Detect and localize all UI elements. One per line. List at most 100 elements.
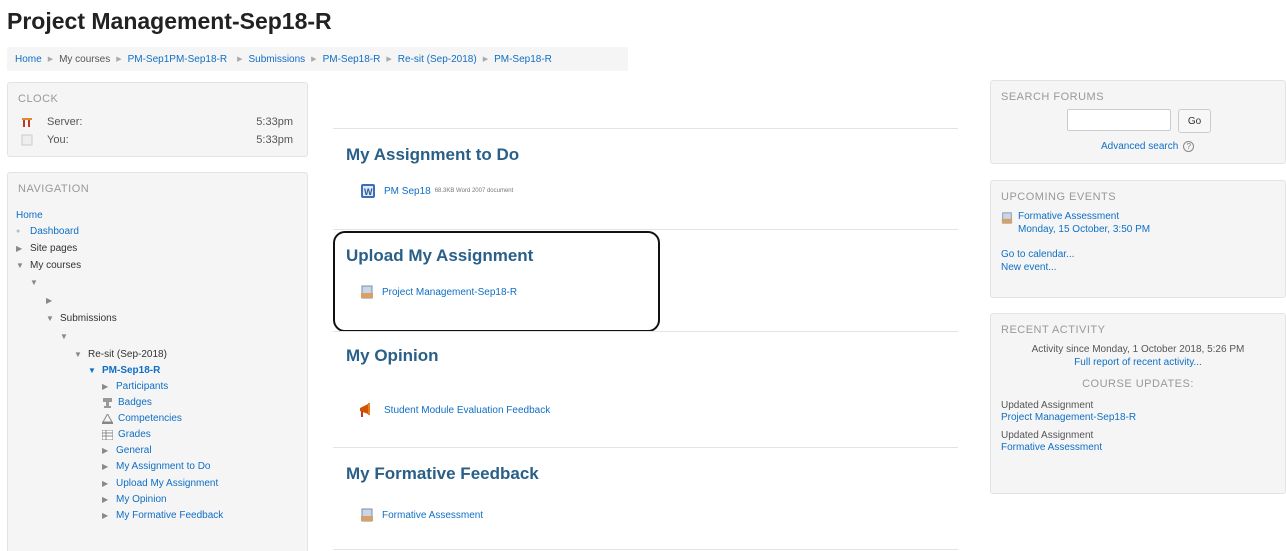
you-time: 5:33pm — [256, 134, 293, 146]
nav-section-upload-assignment-link[interactable]: Upload My Assignment — [116, 478, 218, 489]
grades-table-icon — [102, 429, 113, 440]
collapse-arrow-icon[interactable]: ▼ — [74, 350, 82, 359]
nav-my-courses-label[interactable]: My courses — [30, 260, 81, 271]
event-date: Monday, 15 October, 3:50 PM — [1018, 224, 1151, 235]
expand-arrow-icon[interactable]: ▶ — [102, 446, 109, 455]
clock-server-row: Server: 5:33pm — [18, 113, 297, 131]
advanced-search-link[interactable]: Advanced search — [1101, 141, 1178, 152]
nav-submissions-child-toggle[interactable]: ▼ — [60, 329, 74, 344]
nav-badges-link[interactable]: Badges — [118, 397, 152, 408]
event-name-link[interactable]: Formative Assessment — [1018, 211, 1119, 222]
help-icon[interactable]: ? — [1183, 141, 1195, 152]
collapse-arrow-icon[interactable]: ▼ — [16, 261, 24, 270]
nav-dashboard-link[interactable]: Dashboard — [30, 226, 79, 237]
collapse-arrow-icon[interactable]: ▼ — [46, 314, 54, 323]
go-to-calendar-link[interactable]: Go to calendar... — [1001, 249, 1074, 260]
breadcrumb-my-courses[interactable]: My courses — [59, 54, 110, 65]
nav-competencies-link[interactable]: Competencies — [118, 413, 182, 424]
search-forums-title: SEARCH FORUMS — [1001, 91, 1105, 103]
activity-module-evaluation[interactable]: Student Module Evaluation Feedback — [358, 402, 550, 418]
nav-section-assignment-to-do[interactable]: ▶ My Assignment to Do — [102, 459, 210, 474]
expand-arrow-icon[interactable]: ▶ — [46, 296, 53, 305]
breadcrumb-course-category[interactable]: PM-Sep1PM-Sep18-R — [128, 54, 227, 65]
activity-module-evaluation-link[interactable]: Student Module Evaluation Feedback — [384, 405, 550, 416]
nav-participants-link[interactable]: Participants — [116, 381, 168, 392]
breadcrumb-separator-icon: ▶ — [47, 56, 54, 63]
nav-home-link[interactable]: Home — [16, 210, 43, 221]
collapse-arrow-icon[interactable]: ▼ — [30, 278, 38, 287]
nav-competencies[interactable]: Competencies — [102, 411, 182, 426]
nav-section-formative-feedback[interactable]: ▶ My Formative Feedback — [102, 508, 223, 523]
new-event-link[interactable]: New event... — [1001, 262, 1057, 273]
page-title: Project Management-Sep18-R — [7, 8, 332, 34]
nav-resit-label[interactable]: Re-sit (Sep-2018) — [88, 349, 167, 360]
nav-section-assignment-to-do-link[interactable]: My Assignment to Do — [116, 461, 210, 472]
nav-site-pages[interactable]: ▶ Site pages — [16, 241, 77, 256]
breadcrumb-submissions[interactable]: Submissions — [248, 54, 305, 65]
upcoming-events-title: UPCOMING EVENTS — [1001, 191, 1117, 203]
nav-submissions-label[interactable]: Submissions — [60, 313, 117, 324]
activity-assignment-upload-link[interactable]: Project Management-Sep18-R — [382, 287, 517, 298]
nav-grades[interactable]: Grades — [102, 427, 151, 442]
update2-link[interactable]: Formative Assessment — [1001, 442, 1102, 453]
nav-badges[interactable]: Badges — [102, 395, 152, 410]
search-forums-input[interactable] — [1067, 109, 1171, 131]
section-divider — [333, 229, 958, 230]
collapse-arrow-icon[interactable]: ▼ — [60, 332, 68, 341]
search-go-button[interactable]: Go — [1178, 109, 1211, 133]
nav-my-courses[interactable]: ▼ My courses — [16, 258, 81, 273]
nav-dashboard[interactable]: ● Dashboard — [16, 224, 79, 239]
breadcrumb-current[interactable]: PM-Sep18-R — [494, 54, 552, 65]
nav-course-current-label[interactable]: PM-Sep18-R — [102, 365, 160, 376]
recent-activity-block: RECENT ACTIVITY Activity since Monday, 1… — [990, 313, 1286, 494]
section-title-upload-assignment: Upload My Assignment — [346, 246, 534, 265]
nav-section-upload-assignment[interactable]: ▶ Upload My Assignment — [102, 476, 218, 491]
breadcrumb-separator-icon: ▶ — [386, 56, 392, 63]
activity-formative-assessment[interactable]: Formative Assessment — [360, 508, 483, 522]
nav-section-my-opinion-link[interactable]: My Opinion — [116, 494, 167, 505]
breadcrumb-separator-icon: ▶ — [116, 56, 122, 63]
nav-resit[interactable]: ▼ Re-sit (Sep-2018) — [74, 347, 167, 362]
nav-general[interactable]: ▶ General — [102, 443, 152, 458]
nav-general-link[interactable]: General — [116, 445, 152, 456]
breadcrumb: Home ▶ My courses ▶ PM-Sep1PM-Sep18-R ▶ … — [7, 47, 628, 71]
activity-pm-sep18[interactable]: W PM Sep18 68.3KB Word 2007 document — [360, 183, 513, 199]
navigation-block: NAVIGATION Home ● Dashboard ▶ Site pages… — [7, 172, 308, 551]
breadcrumb-home[interactable]: Home — [15, 54, 42, 65]
activity-formative-assessment-link[interactable]: Formative Assessment — [382, 510, 483, 521]
recent-activity-title: RECENT ACTIVITY — [1001, 324, 1106, 336]
activity-pm-sep18-link[interactable]: PM Sep18 — [384, 186, 431, 197]
nav-site-pages-label[interactable]: Site pages — [30, 243, 77, 254]
expand-arrow-icon[interactable]: ▶ — [102, 462, 109, 471]
expand-arrow-icon[interactable]: ▶ — [102, 479, 109, 488]
nav-grades-link[interactable]: Grades — [118, 429, 151, 440]
bullet-icon: ● — [16, 228, 21, 235]
nav-home[interactable]: Home — [16, 208, 43, 223]
clock-you-row: You: 5:33pm — [18, 131, 297, 149]
nav-section-my-opinion[interactable]: ▶ My Opinion — [102, 492, 167, 507]
nav-submissions[interactable]: ▼ Submissions — [46, 311, 117, 326]
nav-section-formative-feedback-link[interactable]: My Formative Feedback — [116, 510, 223, 521]
nav-course-current[interactable]: ▼ PM-Sep18-R — [88, 363, 160, 378]
activity-assignment-upload[interactable]: Project Management-Sep18-R — [360, 285, 517, 299]
search-forums-block: SEARCH FORUMS Go Advanced search ? — [990, 80, 1286, 164]
breadcrumb-resit[interactable]: Re-sit (Sep-2018) — [398, 54, 477, 65]
breadcrumb-course[interactable]: PM-Sep18-R — [323, 54, 381, 65]
nav-participants[interactable]: ▶ Participants — [102, 379, 168, 394]
expand-arrow-icon[interactable]: ▶ — [102, 382, 109, 391]
full-report-link[interactable]: Full report of recent activity... — [1074, 357, 1202, 368]
expand-arrow-icon[interactable]: ▶ — [102, 511, 109, 520]
expand-arrow-icon[interactable]: ▶ — [16, 244, 23, 253]
server-label: Server: — [47, 116, 83, 128]
section-divider — [333, 447, 958, 448]
feedback-megaphone-icon — [360, 403, 370, 417]
nav-course-category-toggle[interactable]: ▼ — [30, 275, 44, 290]
expand-arrow-icon[interactable]: ▶ — [102, 495, 109, 504]
assignment-icon — [361, 508, 373, 522]
update1-link[interactable]: Project Management-Sep18-R — [1001, 412, 1136, 423]
collapse-arrow-icon[interactable]: ▼ — [88, 366, 96, 375]
nav-subcategory-toggle[interactable]: ▶ — [46, 293, 60, 308]
section-title-formative-feedback: My Formative Feedback — [346, 464, 539, 483]
you-label: You: — [47, 134, 69, 146]
server-icon — [22, 118, 32, 127]
